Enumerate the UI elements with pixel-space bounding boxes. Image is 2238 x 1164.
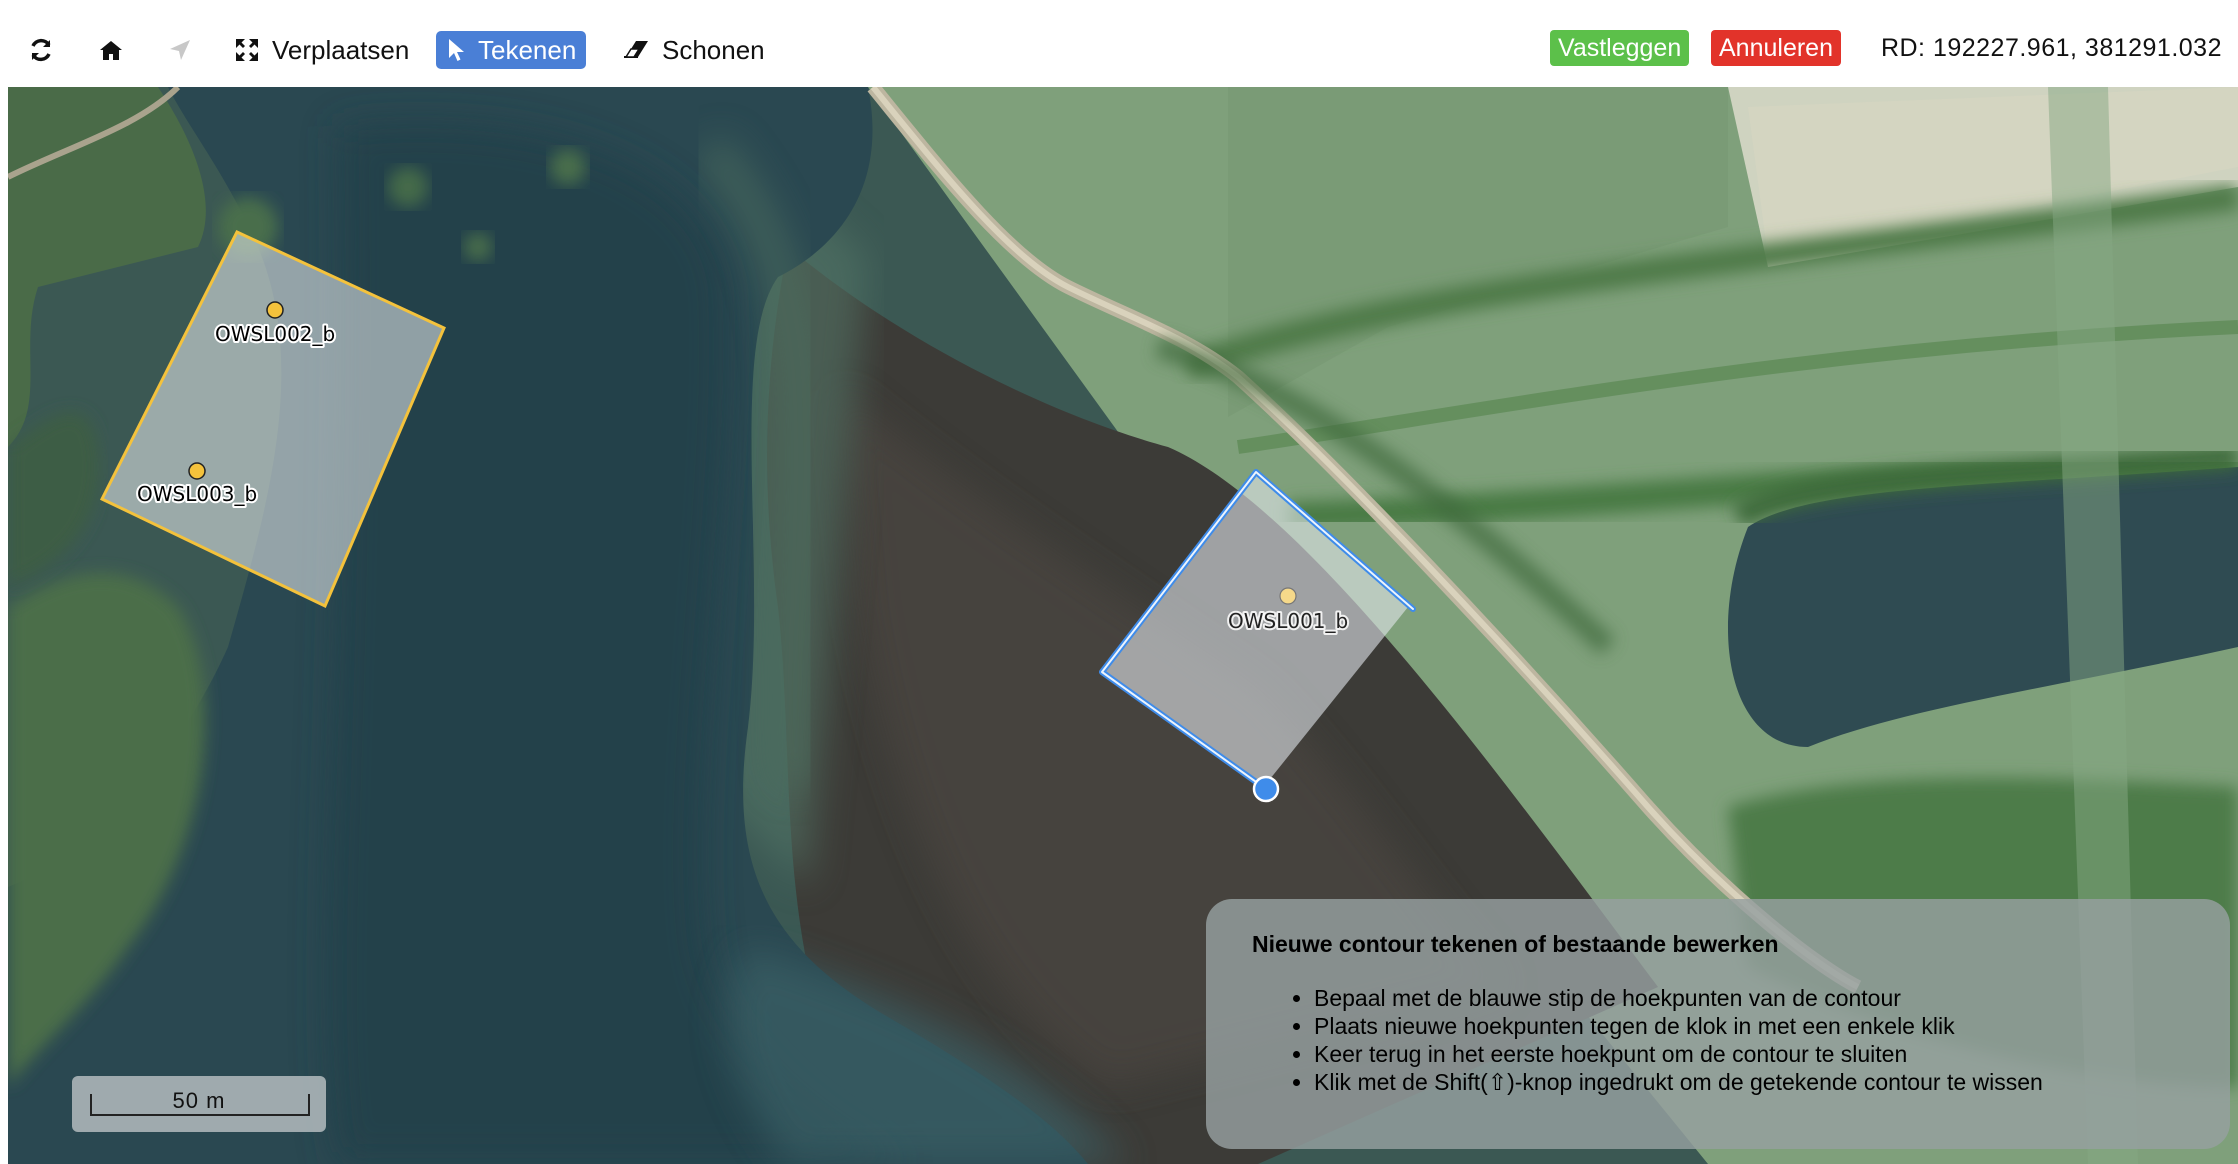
feature-label-owsl003: OWSL003_b — [137, 482, 257, 506]
clear-tool-button[interactable]: Schonen — [622, 30, 765, 70]
cancel-button[interactable]: Annuleren — [1711, 30, 1841, 66]
active-vertex-handle[interactable] — [1252, 775, 1280, 803]
home-button[interactable] — [98, 30, 124, 70]
locate-button[interactable] — [168, 30, 192, 70]
clear-tool-label: Schonen — [662, 34, 765, 65]
help-item: Keer terug in het eerste hoekpunt om de … — [1314, 1040, 2184, 1068]
location-arrow-icon — [168, 38, 192, 62]
eraser-icon — [622, 39, 650, 61]
feature-label-owsl001: OWSL001_b — [1228, 609, 1348, 633]
draw-tool-label: Tekenen — [478, 34, 577, 65]
move-tool-label: Verplaatsen — [272, 34, 410, 65]
draw-tool-button[interactable]: Tekenen — [436, 31, 587, 69]
help-list: Bepaal met de blauwe stip de hoekpunten … — [1252, 984, 2184, 1096]
coordinate-readout: RD: 192227.961, 381291.032 — [1880, 33, 2222, 62]
refresh-button[interactable] — [28, 30, 54, 70]
scale-bar: 50 m — [72, 1076, 326, 1132]
home-icon — [98, 37, 124, 63]
refresh-icon — [28, 37, 54, 63]
save-button[interactable]: Vastleggen — [1550, 30, 1690, 66]
toolbar: Verplaatsen Tekenen Schonen Vastleggen A… — [0, 0, 2238, 86]
move-tool-button[interactable]: Verplaatsen — [234, 30, 409, 70]
feature-label-owsl002: OWSL002_b — [215, 322, 335, 346]
help-title: Nieuwe contour tekenen of bestaande bewe… — [1252, 931, 1779, 957]
help-item: Klik met de Shift(⇧)-knop ingedrukt om d… — [1314, 1068, 2184, 1096]
help-item: Bepaal met de blauwe stip de hoekpunten … — [1314, 984, 2184, 1012]
cursor-icon — [446, 37, 466, 63]
help-panel: Nieuwe contour tekenen of bestaande bewe… — [1206, 899, 2230, 1149]
expand-arrows-icon — [234, 37, 260, 63]
scale-label: 50 m — [172, 1088, 226, 1113]
help-item: Plaats nieuwe hoekpunten tegen de klok i… — [1314, 1012, 2184, 1040]
